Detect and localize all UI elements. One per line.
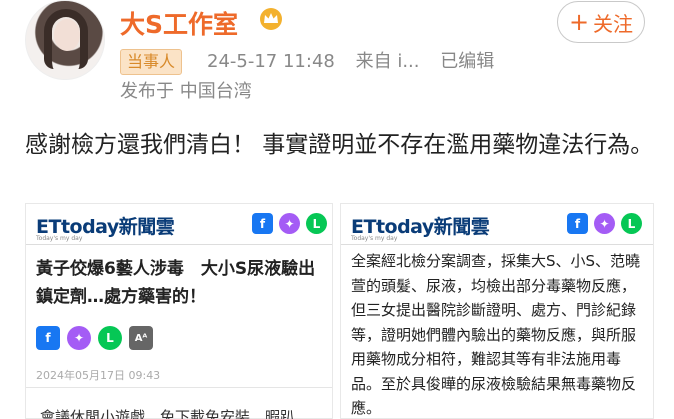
news-headline[interactable]: 黃子佼爆6藝人涉毒 大小S尿液驗出鎮定劑…處方藥害的！ [36,255,326,311]
divider [341,244,653,245]
avatar-face [54,19,80,51]
username[interactable]: 大S工作室 [120,5,238,41]
share-icons: f ✦ L [252,213,327,234]
card-frame: ETtoday新聞雲 Today's my day f ✦ L 黃子佼爆6藝人涉… [25,203,333,419]
post-source: 来自 i... [355,51,420,72]
facebook-icon[interactable]: f [36,326,60,350]
brand-tagline: Today's my day [36,235,83,242]
article-body: 全案經北檢分案調查，採集大S、小S、范曉萱的頭髮、尿液，均檢出部分毒藥物反應，但… [351,252,641,417]
post-text: 感謝檢方還我們清白！ 事實證明並不存在濫用藥物違法行為。 [25,132,654,158]
follow-label: 关注 [593,11,634,36]
divider [26,244,332,245]
divider [26,387,332,388]
post-meta: 24-5-17 11:48 来自 i... 已编辑 [207,47,509,73]
plus-icon: + [568,8,590,36]
status-badge: 当事人 [120,49,183,75]
article-date: 2024年05月17日 09:43 [36,369,161,382]
share-icons: f ✦ L [567,213,642,234]
news-card-left[interactable]: ETtoday新聞雲 Today's my day f ✦ L 黃子佼爆6藝人涉… [25,203,333,419]
crown-icon [260,8,282,30]
font-size-icon[interactable]: Aᴬ [129,326,153,350]
card-frame: ETtoday新聞雲 Today's my day f ✦ L 全案經北檢分案調… [340,203,654,419]
line-icon[interactable]: L [98,326,122,350]
edited-label[interactable]: 已编辑 [440,51,494,72]
post-location: 发布于 中国台湾 [120,81,252,102]
messenger-icon[interactable]: ✦ [67,326,91,350]
messenger-icon[interactable]: ✦ [594,213,615,234]
line-icon[interactable]: L [306,213,327,234]
article-share-icons: f ✦ L Aᴬ [36,326,153,350]
post-timestamp: 24-5-17 11:48 [207,51,335,72]
follow-button[interactable]: + 关注 [557,1,645,43]
facebook-icon[interactable]: f [567,213,588,234]
user-avatar[interactable] [25,0,105,80]
line-icon[interactable]: L [621,213,642,234]
cut-off-text: 會議休閒小遊戲 免下載免安裝 暇趴 [40,408,296,419]
facebook-icon[interactable]: f [252,213,273,234]
messenger-icon[interactable]: ✦ [279,213,300,234]
news-card-right[interactable]: ETtoday新聞雲 Today's my day f ✦ L 全案經北檢分案調… [340,203,654,419]
brand-tagline: Today's my day [351,235,398,242]
